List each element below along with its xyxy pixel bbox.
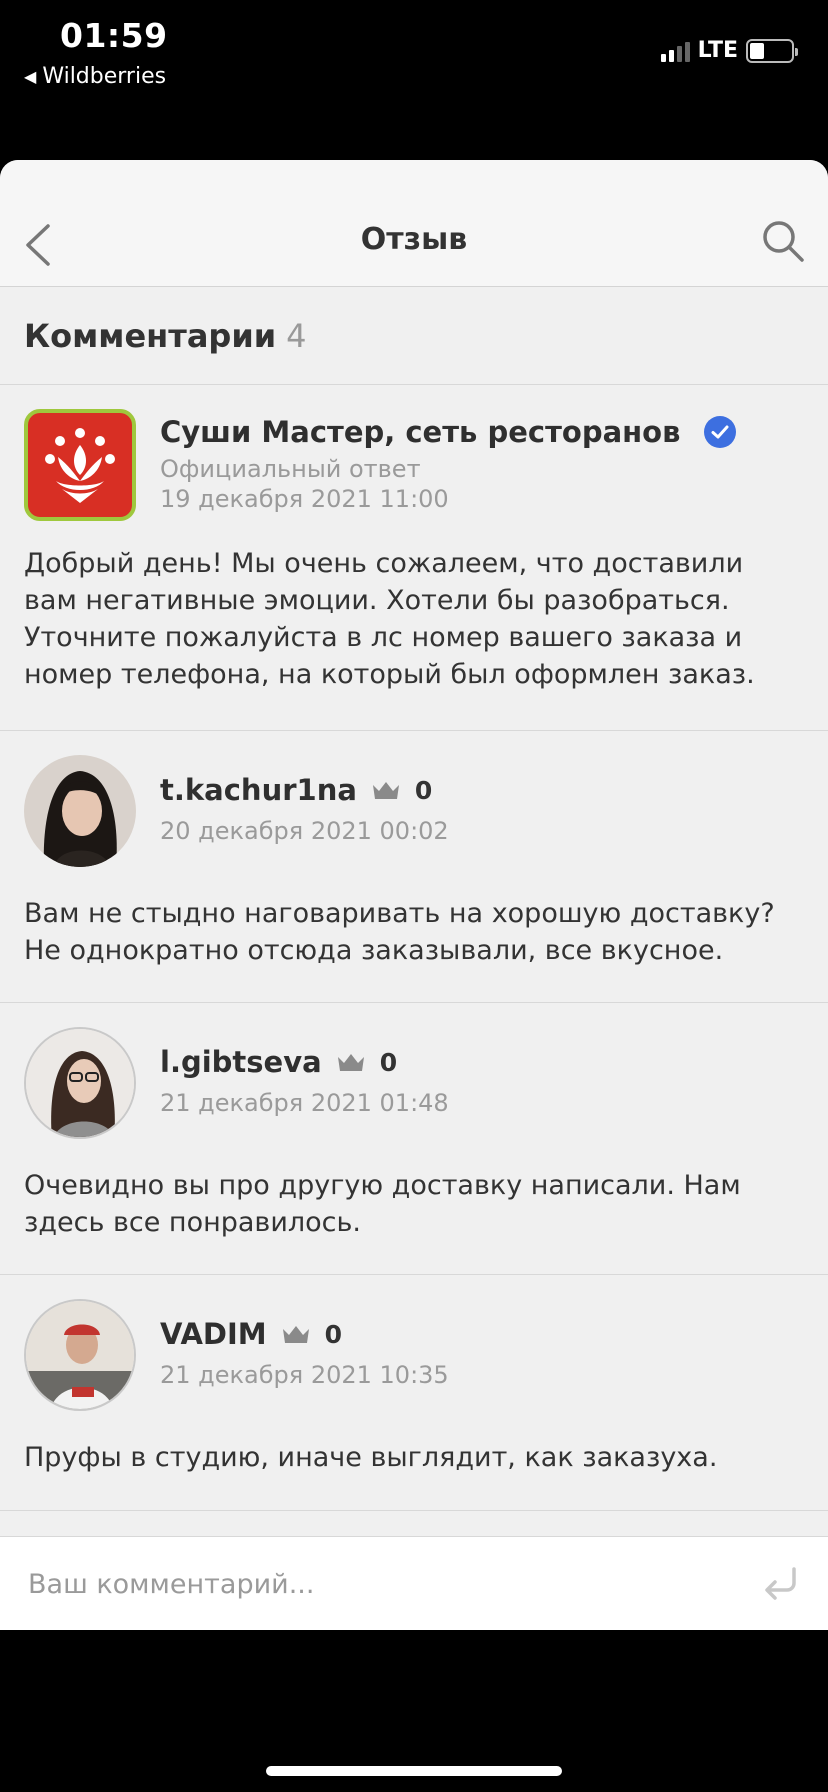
comment-author[interactable]: VADIM [160, 1317, 267, 1351]
battery-icon [746, 38, 798, 63]
comment-item: VADIM 0 21 декабря 2021 10:35 Пруфы в ст… [0, 1275, 828, 1511]
comment-input[interactable] [28, 1561, 728, 1607]
comment-date: 21 декабря 2021 10:35 [160, 1361, 449, 1389]
back-to-app-link[interactable]: ◀ Wildberries [24, 64, 166, 89]
home-indicator[interactable] [266, 1766, 562, 1776]
comments-label: Комментарии [24, 316, 277, 355]
status-indicators: LTE [660, 38, 798, 63]
official-answer-label: Официальный ответ [160, 455, 421, 483]
crown-icon [282, 1326, 309, 1343]
back-app-label: Wildberries [42, 64, 167, 89]
search-icon[interactable] [760, 218, 806, 264]
review-sheet: Отзыв Комментарии 4 Суши Мастер, сеть ре… [0, 160, 828, 1630]
nav-bar: Отзыв [0, 160, 828, 287]
comment-item: l.gibtseva 0 21 декабря 2021 01:48 Очеви… [0, 1003, 828, 1275]
avatar[interactable] [24, 1027, 136, 1139]
comment-date: 20 декабря 2021 00:02 [160, 817, 449, 845]
signal-icon [660, 40, 690, 62]
comment-item: Суши Мастер, сеть ресторанов Официальный… [0, 385, 828, 731]
comment-item: t.kachur1na 0 20 декабря 2021 00:02 Вам … [0, 731, 828, 1003]
comment-date: 21 декабря 2021 01:48 [160, 1089, 449, 1117]
avatar[interactable] [24, 1299, 136, 1411]
send-return-icon[interactable] [760, 1563, 800, 1603]
network-label: LTE [697, 38, 738, 63]
rating-count: 0 [414, 775, 433, 805]
verified-check-icon [704, 416, 737, 448]
crown-icon [337, 1054, 364, 1071]
page-title: Отзыв [360, 222, 468, 257]
comment-text: Добрый день! Мы очень сожалеем, что дост… [24, 548, 755, 690]
crown-icon [372, 782, 399, 799]
status-time: 01:59 [60, 16, 168, 55]
comments-count: 4 [286, 316, 307, 355]
status-bar: 01:59 ◀ Wildberries LTE [0, 0, 828, 140]
back-triangle-icon: ◀ [24, 67, 37, 86]
comment-author[interactable]: l.gibtseva [160, 1045, 322, 1079]
comment-date: 19 декабря 2021 11:00 [160, 485, 449, 513]
comments-header: Комментарии 4 [0, 287, 828, 385]
comment-author[interactable]: t.kachur1na [160, 773, 357, 807]
rating-count: 0 [379, 1047, 398, 1077]
brand-logo[interactable] [24, 409, 136, 521]
comment-text: Вам не стыдно наговаривать на хорошую до… [24, 898, 775, 966]
rating-count: 0 [324, 1319, 343, 1349]
comment-text: Очевидно вы про другую доставку написали… [24, 1170, 741, 1238]
comment-author[interactable]: Суши Мастер, сеть ресторанов [160, 415, 680, 449]
avatar[interactable] [24, 755, 136, 867]
lotus-logo-icon [45, 428, 115, 503]
comment-input-bar [0, 1536, 828, 1630]
comment-text: Пруфы в студию, иначе выглядит, как зака… [24, 1442, 718, 1473]
